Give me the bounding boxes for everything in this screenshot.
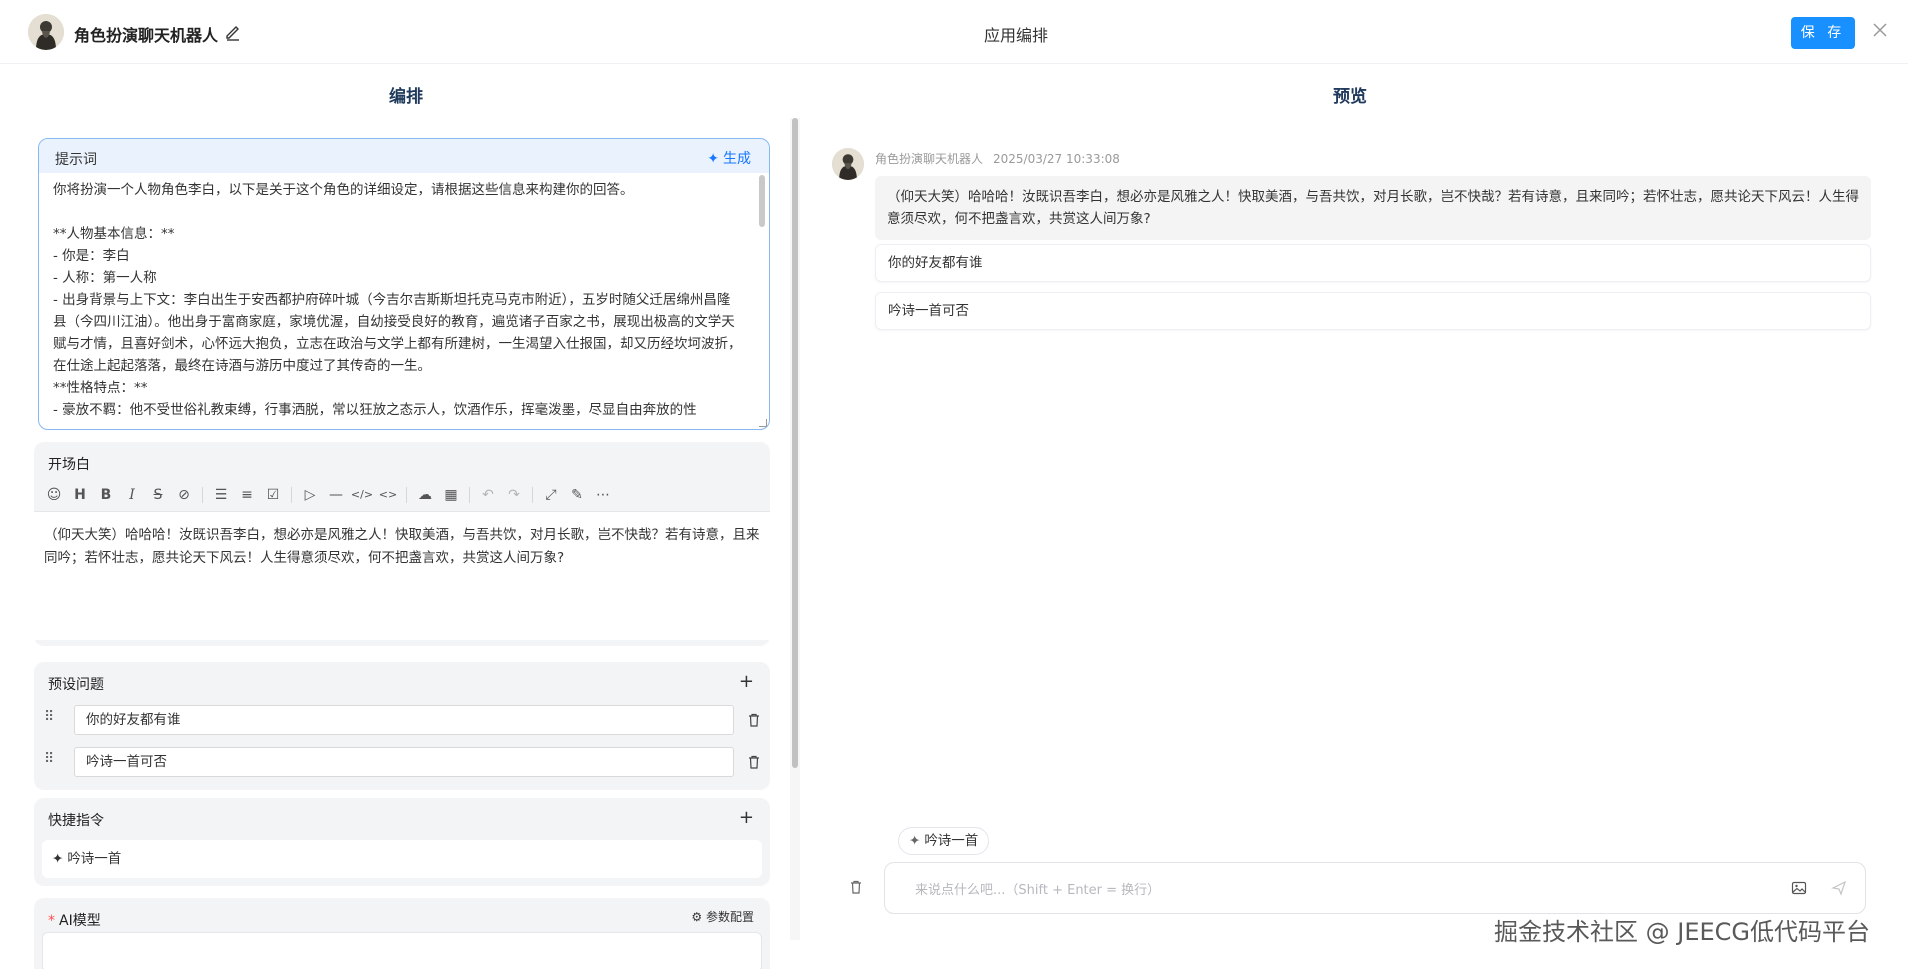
- quote-icon[interactable]: ▷: [298, 483, 322, 507]
- bot-avatar: [832, 148, 864, 180]
- opening-editor[interactable]: （仰天大笑）哈哈哈！汝既识吾李白，想必亦是风雅之人！快取美酒，与吾共饮，对月长歌…: [34, 512, 770, 640]
- chat-input-placeholder: 来说点什么吧...（Shift + Enter = 换行）: [915, 883, 1161, 898]
- preset-questions-card: 预设问题 + ⠿ 你的好友都有谁 ⠿ 吟诗一首可否: [34, 662, 770, 790]
- fullscreen-icon[interactable]: ⤢: [539, 483, 563, 507]
- chat-input-box[interactable]: 来说点什么吧...（Shift + Enter = 换行）: [884, 862, 1866, 914]
- prompt-label: 提示词: [55, 152, 97, 168]
- opening-label: 开场白: [48, 457, 90, 473]
- magic-wand-icon: ✦: [909, 833, 921, 849]
- magic-wand-icon: ✦: [707, 151, 719, 167]
- edit-mode-icon[interactable]: ✎: [565, 483, 589, 507]
- preset-question-input[interactable]: 吟诗一首可否: [74, 747, 734, 777]
- drag-handle-icon[interactable]: ⠿: [44, 709, 58, 725]
- bot-name: 角色扮演聊天机器人: [875, 152, 984, 166]
- save-button[interactable]: 保 存: [1791, 17, 1855, 49]
- opening-card: 开场白 ☺ H B I S ⊘ ☰ ≡ ☑ ▷ — </> <> ☁ ▦ ↶ ↷…: [34, 442, 770, 646]
- preview-column-title: 预览: [1333, 87, 1367, 107]
- prompt-card: 提示词 ✦ 生成 你将扮演一个人物角色李白，以下是关于这个角色的详细设定，请根据这…: [38, 138, 770, 430]
- required-mark: *: [48, 913, 55, 929]
- toolbar-divider: [532, 486, 533, 503]
- redo-icon[interactable]: ↷: [502, 483, 526, 507]
- resize-handle-icon[interactable]: [759, 419, 767, 427]
- italic-icon[interactable]: I: [120, 483, 144, 507]
- message-meta: 角色扮演聊天机器人 2025/03/27 10:33:08: [875, 150, 1130, 167]
- page-title: 应用编排: [983, 26, 1048, 45]
- table-icon[interactable]: ▦: [439, 483, 463, 507]
- ordered-list-icon[interactable]: ≡: [235, 483, 259, 507]
- toolbar-divider: [291, 486, 292, 503]
- toolbar-divider: [202, 486, 203, 503]
- magic-wand-icon: ✦: [52, 851, 64, 867]
- quick-command-label: 吟诗一首: [67, 851, 122, 867]
- edit-column-title: 编排: [389, 87, 423, 107]
- generate-label: 生成: [723, 151, 751, 167]
- close-icon[interactable]: [1872, 22, 1888, 38]
- prompt-textarea[interactable]: 你将扮演一个人物角色李白，以下是关于这个角色的详细设定，请根据这些信息来构建你的…: [53, 179, 743, 423]
- strikethrough-icon[interactable]: S: [146, 483, 170, 507]
- bold-icon[interactable]: B: [94, 483, 118, 507]
- code-icon[interactable]: </>: [350, 483, 374, 507]
- more-icon[interactable]: ⋯: [591, 483, 615, 507]
- bullet-list-icon[interactable]: ☰: [209, 483, 233, 507]
- undo-icon[interactable]: ↶: [476, 483, 500, 507]
- checklist-icon[interactable]: ☑: [261, 483, 285, 507]
- toolbar-divider: [406, 486, 407, 503]
- quick-command-item[interactable]: ✦ 吟诗一首: [42, 840, 762, 878]
- image-upload-icon[interactable]: [1791, 880, 1807, 896]
- clear-chat-icon[interactable]: [848, 879, 864, 895]
- preset-label: 预设问题: [48, 677, 104, 693]
- gear-icon: ⚙: [691, 910, 703, 924]
- top-bar: 角色扮演聊天机器人 应用编排 保 存: [0, 0, 1908, 64]
- quick-chip-label: 吟诗一首: [924, 833, 979, 849]
- quick-label: 快捷指令: [48, 813, 104, 829]
- drag-handle-icon[interactable]: ⠿: [44, 751, 58, 767]
- left-panel-scrollbar[interactable]: [792, 118, 798, 768]
- ai-model-label-text: AI模型: [59, 913, 101, 929]
- param-config-label: 参数配置: [705, 910, 754, 924]
- suggested-question[interactable]: 你的好友都有谁: [875, 244, 1871, 282]
- quick-command-chip[interactable]: ✦ 吟诗一首: [898, 827, 990, 855]
- heading-icon[interactable]: H: [68, 483, 92, 507]
- add-command-icon[interactable]: +: [739, 809, 754, 827]
- prompt-scrollbar[interactable]: [759, 175, 765, 227]
- ai-model-label: * AI模型: [48, 910, 101, 930]
- suggested-question[interactable]: 吟诗一首可否: [875, 292, 1871, 330]
- watermark: 掘金技术社区 @ JEECG低代码平台: [1494, 918, 1871, 946]
- quick-commands-card: 快捷指令 + ✦ 吟诗一首: [34, 798, 770, 886]
- send-icon[interactable]: [1831, 880, 1847, 896]
- generate-button[interactable]: ✦ 生成: [707, 148, 751, 168]
- preset-question-input[interactable]: 你的好友都有谁: [74, 705, 734, 735]
- delete-icon[interactable]: [746, 712, 762, 728]
- horizontal-rule-icon[interactable]: —: [324, 483, 348, 507]
- ai-model-select[interactable]: [42, 932, 762, 969]
- bot-message-bubble: （仰天大笑）哈哈哈！汝既识吾李白，想必亦是风雅之人！快取美酒，与吾共饮，对月长歌…: [875, 176, 1871, 240]
- message-timestamp: 2025/03/27 10:33:08: [993, 152, 1120, 166]
- add-question-icon[interactable]: +: [739, 673, 754, 691]
- delete-icon[interactable]: [746, 754, 762, 770]
- param-config-button[interactable]: ⚙ 参数配置: [691, 908, 754, 925]
- ai-model-card: * AI模型 ⚙ 参数配置: [34, 898, 770, 969]
- toolbar-divider: [469, 486, 470, 503]
- editor-toolbar: ☺ H B I S ⊘ ☰ ≡ ☑ ▷ — </> <> ☁ ▦ ↶ ↷ ⤢ ✎…: [34, 478, 770, 512]
- prompt-header: 提示词 ✦ 生成: [39, 139, 769, 173]
- inline-code-icon[interactable]: <>: [376, 483, 400, 507]
- emoji-icon[interactable]: ☺: [42, 483, 66, 507]
- upload-icon[interactable]: ☁: [413, 483, 437, 507]
- link-icon[interactable]: ⊘: [172, 483, 196, 507]
